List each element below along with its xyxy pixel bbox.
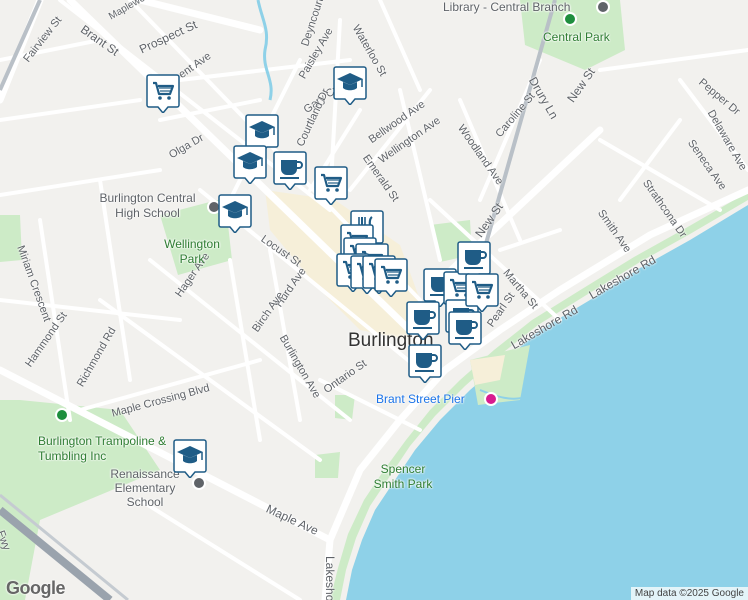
wellington-park-label[interactable]: Wellington Park xyxy=(162,237,222,267)
map-base-layer xyxy=(0,0,748,600)
graduation-cap-marker[interactable] xyxy=(218,193,252,233)
trampoline-label[interactable]: Burlington Trampoline & Tumbling Inc xyxy=(38,434,178,464)
graduation-cap-marker[interactable] xyxy=(333,65,367,105)
coffee-cup-marker[interactable] xyxy=(273,150,307,190)
spencer-smith-park-label[interactable]: Spencer Smith Park xyxy=(372,462,434,492)
central-park-label[interactable]: Central Park xyxy=(543,30,610,44)
map-canvas[interactable]: Fairview St Brant St Prospect St Maplewo… xyxy=(0,0,748,600)
library-pin-icon[interactable] xyxy=(596,0,610,14)
brant-street-pier-label[interactable]: Brant Street Pier xyxy=(376,392,465,406)
shopping-cart-marker[interactable] xyxy=(465,272,499,312)
graduation-cap-marker[interactable] xyxy=(173,438,207,478)
coffee-cup-marker[interactable] xyxy=(448,310,482,350)
library-label[interactable]: Library - Central Branch xyxy=(443,0,570,14)
trampoline-pin-icon[interactable] xyxy=(55,408,69,422)
camera-icon[interactable] xyxy=(484,392,498,406)
coffee-cup-marker[interactable] xyxy=(408,343,442,383)
google-logo: Google xyxy=(6,578,66,598)
shopping-cart-marker[interactable] xyxy=(374,257,408,297)
central-high-school-label[interactable]: Burlington Central High School xyxy=(90,191,205,221)
street-label: Lakeshore xyxy=(323,556,337,600)
shopping-cart-marker[interactable] xyxy=(314,165,348,205)
graduation-cap-marker[interactable] xyxy=(233,144,267,184)
shopping-cart-marker[interactable] xyxy=(146,73,180,113)
elementary-pin-icon[interactable] xyxy=(192,476,206,490)
map-attribution[interactable]: Map data ©2025 Google xyxy=(630,587,748,600)
park-pin-icon[interactable] xyxy=(563,12,577,26)
coffee-cup-marker[interactable] xyxy=(406,300,440,340)
